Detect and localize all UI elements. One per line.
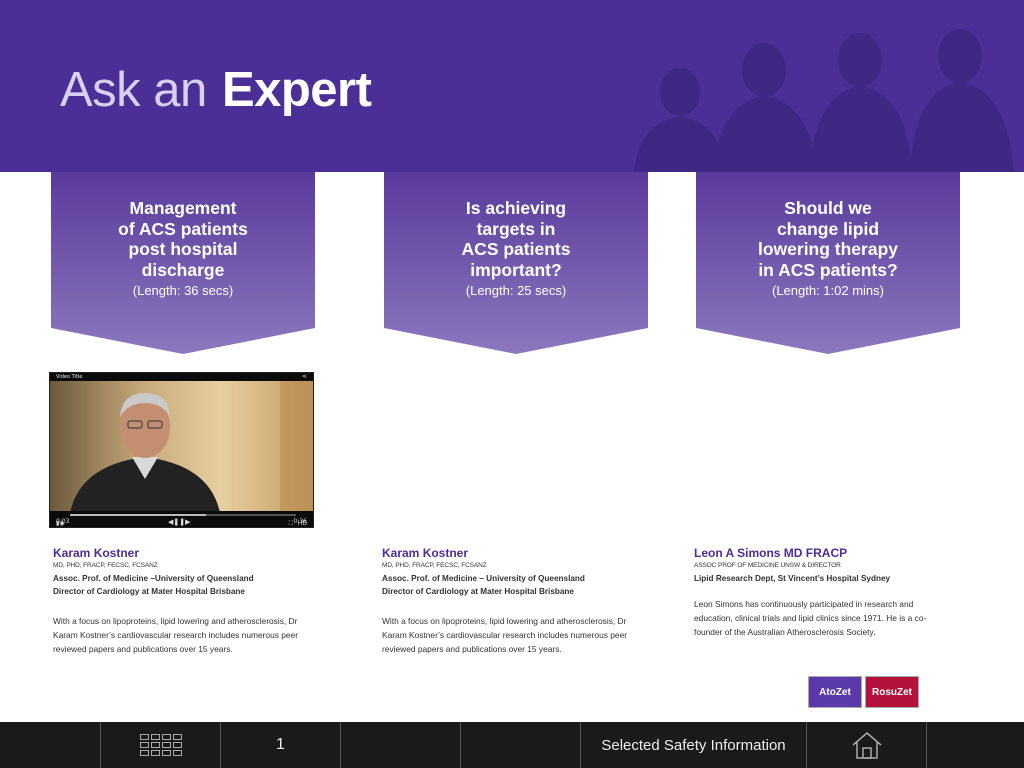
rosuzet-logo[interactable]: RosuZet [865, 676, 919, 708]
menu-grid-button[interactable] [100, 722, 220, 768]
hd-badge[interactable]: HD [298, 520, 307, 527]
video-title-bar: Video Title < [50, 373, 313, 381]
expert-bio: With a focus on lipoproteins, lipid lowe… [53, 616, 299, 654]
expert-name: Karam Kostner [53, 546, 140, 560]
header-banner: Ask an Expert [0, 0, 1024, 172]
video-frame[interactable] [50, 381, 313, 513]
video-controls: 0:03 ▮◉ ◀❚❚▶ 0:36 ⛶ HD [50, 511, 313, 527]
video-title: Video Title [56, 374, 83, 380]
home-button[interactable] [806, 722, 926, 768]
expert-bio: With a focus on lipoproteins, lipid lowe… [382, 616, 628, 654]
expert-bio: Leon Simons has continuously participate… [694, 599, 927, 637]
playback-controls-icon[interactable]: ◀❚❚▶ [168, 519, 191, 526]
footer-blank-3[interactable] [460, 722, 580, 768]
share-icon[interactable]: < [302, 373, 307, 381]
expert-card-3: Leon A Simons MD FRACP ASSOC PROF OF MED… [694, 546, 954, 639]
page-number: 1 [276, 736, 285, 753]
title-bold: Expert [221, 63, 372, 117]
expert-credentials: MD, PHD, FRACP, FECSC, FCSANZ [53, 562, 158, 569]
video-player[interactable]: Video Title < 0:03 ▮◉ ◀❚❚▶ 0:36 ⛶ HD [49, 372, 314, 528]
video-progress-bar[interactable] [70, 514, 296, 516]
expert-card-2: Karam Kostner MD, PHD, FRACP, FECSC, FCS… [382, 546, 652, 656]
video-banner-2[interactable]: Is achieving targets in ACS patients imp… [384, 172, 648, 354]
safety-info-label: Selected Safety Information [601, 736, 786, 754]
video-length-2: (Length: 25 secs) [465, 283, 567, 298]
atozet-logo[interactable]: AtoZet [808, 676, 862, 708]
video-length-1: (Length: 36 secs) [132, 283, 234, 298]
footer-blank-2[interactable] [340, 722, 460, 768]
expert-role-2: Director of Cardiology at Mater Hospital… [382, 587, 574, 596]
video-question-3: Should we change lipid lowering therapy … [757, 198, 899, 280]
expert-role-1: Assoc. Prof. of Medicine –University of … [53, 574, 254, 583]
video-banner-1[interactable]: Management of ACS patients post hospital… [51, 172, 315, 354]
video-length-3: (Length: 1:02 mins) [771, 283, 884, 298]
expert-role-2: Director of Cardiology at Mater Hospital… [53, 587, 245, 596]
video-question-2: Is achieving targets in ACS patients imp… [461, 198, 571, 280]
expert-credentials: ASSOC PROF OF MEDICINE UNSW & DIRECTOR [694, 562, 841, 569]
expert-name: Leon A Simons MD FRACP [694, 546, 848, 560]
safety-info-button[interactable]: Selected Safety Information [580, 722, 806, 768]
expert-role-1: Assoc. Prof. of Medicine – University of… [382, 574, 585, 583]
expert-name: Karam Kostner [382, 546, 469, 560]
title-light: Ask an [60, 63, 207, 117]
expert-card-1: Karam Kostner MD, PHD, FRACP, FECSC, FCS… [53, 546, 323, 656]
expert-role-1: Lipid Research Dept, St Vincent’s Hospit… [694, 574, 891, 583]
page-number-button[interactable]: 1 [220, 722, 340, 768]
speaker-video-image [70, 381, 313, 513]
footer-blank-1 [0, 722, 100, 768]
audience-silhouettes-image [634, 29, 1014, 172]
volume-icon[interactable]: ▮◉ [56, 520, 65, 527]
fullscreen-icon[interactable]: ⛶ [289, 520, 293, 527]
home-icon [852, 732, 881, 759]
page-title: Ask an Expert [60, 62, 372, 118]
footer-nav: 1 Selected Safety Information [0, 722, 1024, 768]
footer-blank-4 [926, 722, 1024, 768]
grid-icon [139, 734, 182, 756]
expert-credentials: MD, PHD, FRACP, FECSC, FCSANZ [382, 562, 487, 569]
video-question-1: Management of ACS patients post hospital… [118, 198, 248, 280]
video-banner-3[interactable]: Should we change lipid lowering therapy … [696, 172, 960, 354]
